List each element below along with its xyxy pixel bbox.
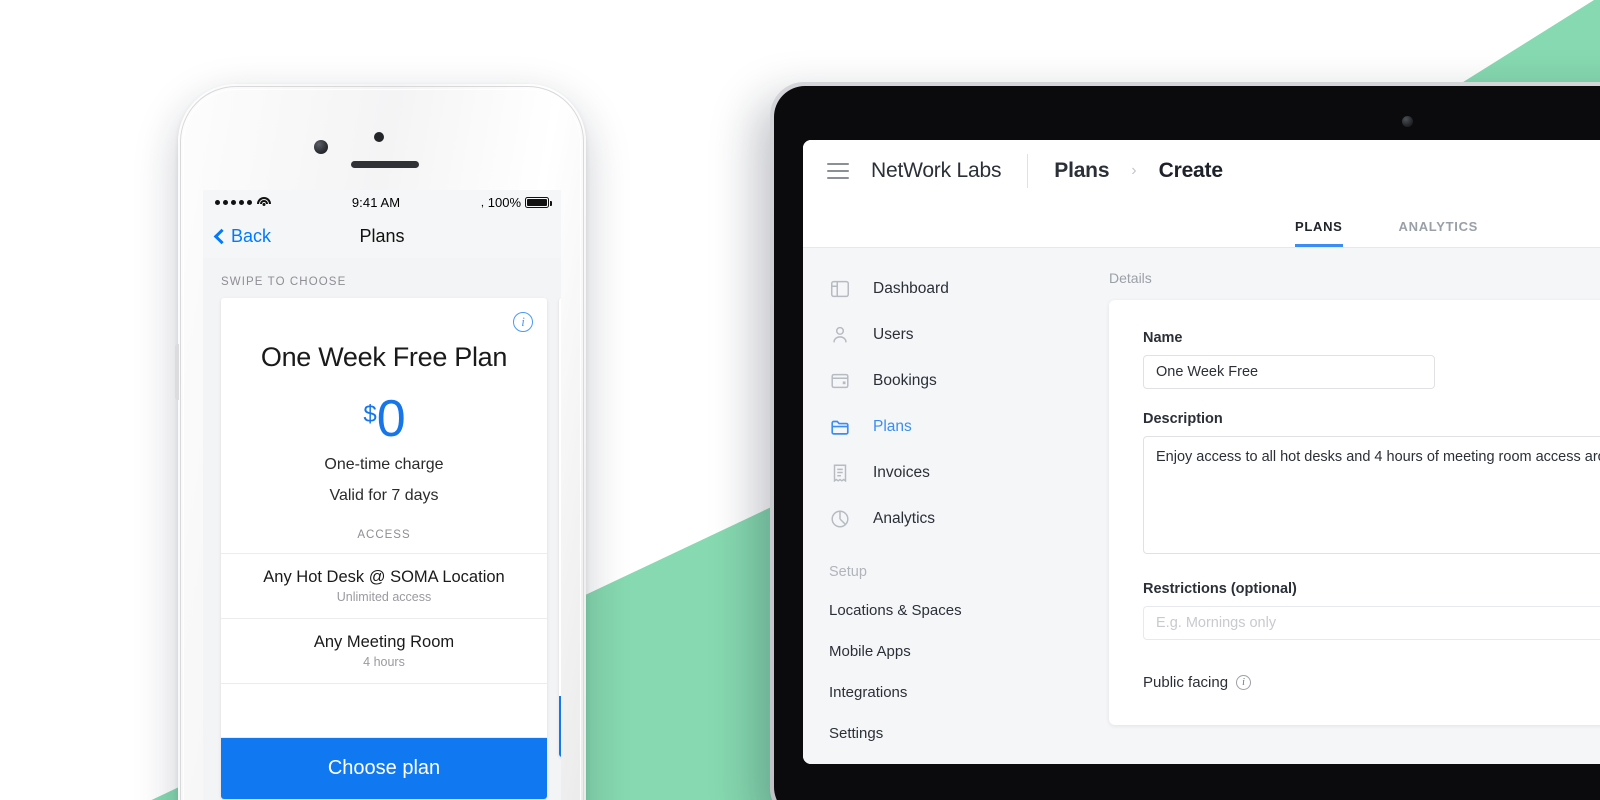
sidebar-item-analytics[interactable]: Analytics <box>803 496 1075 542</box>
sidebar-item-locations-spaces[interactable]: Locations & Spaces <box>803 590 1075 631</box>
tablet-front-camera-icon <box>1402 116 1413 127</box>
chevron-right-icon: › <box>1131 162 1137 179</box>
details-section-label: Details <box>1109 270 1152 286</box>
sidebar-item-plans[interactable]: Plans <box>803 404 1075 450</box>
phone-device: 9:41 AM ‚ 100% Back Plans SWIPE TO CHOOS… <box>175 84 586 800</box>
status-time: 9:41 AM <box>351 194 401 210</box>
plan-charge-note: One-time charge <box>324 456 444 473</box>
sidebar-item-label: Users <box>873 326 914 343</box>
plan-price: $0 <box>221 373 547 445</box>
wifi-icon <box>257 196 271 208</box>
breadcrumb-current: Create <box>1158 159 1223 182</box>
swipe-hint-label: SWIPE TO CHOOSE <box>221 276 347 288</box>
restrictions-field-group: Restrictions (optional) <box>1143 581 1600 640</box>
screenshot-stage: 9:41 AM ‚ 100% Back Plans SWIPE TO CHOOS… <box>0 0 1600 800</box>
price-amount: 0 <box>376 390 406 448</box>
access-row: Any Hot Desk @ SOMA Location Unlimited a… <box>221 554 547 620</box>
setup-section-label: Setup <box>829 564 867 580</box>
choose-plan-button[interactable]: Choose plan <box>221 738 547 800</box>
breadcrumb-parent[interactable]: Plans <box>1054 159 1109 183</box>
app-main: Dashboard Users Bookings Plans Invoices … <box>803 248 1600 764</box>
info-circle-icon[interactable]: i <box>1236 675 1252 690</box>
invoice-receipt-icon <box>829 462 851 484</box>
plan-details-card: Name Description Restrictions (optional) <box>1109 300 1600 725</box>
description-label: Description <box>1143 411 1223 427</box>
access-empty-row <box>221 684 547 739</box>
tab-analytics[interactable]: ANALYTICS <box>1399 219 1479 247</box>
bluetooth-icon: ‚ <box>481 195 484 209</box>
topbar-divider <box>1027 154 1029 188</box>
restrictions-input[interactable] <box>1143 606 1600 640</box>
tab-bar: PLANS ANALYTICS <box>803 202 1600 248</box>
sidebar-item-users[interactable]: Users <box>803 312 1075 358</box>
public-facing-label: Public facing <box>1143 674 1229 691</box>
phone-screen: 9:41 AM ‚ 100% Back Plans SWIPE TO CHOOS… <box>203 190 561 800</box>
sidebar-item-label: Analytics <box>873 510 936 527</box>
restrictions-label: Restrictions (optional) <box>1143 581 1297 597</box>
description-textarea[interactable] <box>1143 436 1600 554</box>
dashboard-icon <box>829 278 851 300</box>
user-icon <box>829 324 851 346</box>
sidebar-item-dashboard[interactable]: Dashboard <box>803 266 1075 312</box>
plan-title: One Week Free Plan <box>260 342 508 372</box>
pie-chart-icon <box>829 508 851 530</box>
status-right-group: ‚ 100% <box>481 194 552 210</box>
description-field-group: Description <box>1143 411 1600 559</box>
info-circle-icon[interactable]: i <box>513 312 533 332</box>
tab-plans[interactable]: PLANS <box>1294 219 1343 247</box>
name-input[interactable] <box>1143 355 1435 389</box>
sidebar-item-invoices[interactable]: Invoices <box>803 450 1075 496</box>
sidebar-item-label: Invoices <box>873 464 930 481</box>
battery-full-icon <box>525 196 552 208</box>
phone-front-camera-icon <box>314 140 328 154</box>
access-section-label: ACCESS <box>221 507 547 555</box>
sidebar-item-bookings[interactable]: Bookings <box>803 358 1075 404</box>
phone-content: SWIPE TO CHOOSE i One Week Free Plan $0 … <box>203 258 561 800</box>
access-row-sub: Unlimited access <box>336 590 432 605</box>
phone-volume-button[interactable] <box>175 344 179 400</box>
tablet-device: NetWork Labs Plans › Create PLANS ANALYT… <box>770 82 1600 800</box>
sidebar-item-mobile-apps[interactable]: Mobile Apps <box>803 631 1075 672</box>
sidebar-item-integrations[interactable]: Integrations <box>803 672 1075 713</box>
content-pane: Details Name Description Restrictions (o… <box>1075 248 1600 764</box>
phone-earpiece-speaker <box>351 161 419 168</box>
plan-card-carousel[interactable]: i One Week Free Plan $0 One-time charge … <box>203 298 561 800</box>
plan-card[interactable]: i One Week Free Plan $0 One-time charge … <box>221 298 547 800</box>
ios-status-bar: 9:41 AM ‚ 100% <box>203 190 561 214</box>
page-title: Plans <box>359 225 405 246</box>
name-label: Name <box>1143 330 1183 346</box>
tablet-screen: NetWork Labs Plans › Create PLANS ANALYT… <box>803 140 1600 764</box>
folder-icon <box>829 416 851 438</box>
access-row: Any Meeting Room 4 hours <box>221 619 547 685</box>
price-currency: $ <box>363 401 377 428</box>
sidebar-item-label: Dashboard <box>873 280 949 297</box>
signal-dots-icon <box>215 199 252 205</box>
sidebar: Dashboard Users Bookings Plans Invoices … <box>803 248 1075 764</box>
sidebar-item-label: Plans <box>873 418 912 435</box>
battery-percent-label: 100% <box>487 194 521 210</box>
sidebar-item-settings[interactable]: Settings <box>803 713 1075 754</box>
sidebar-item-label: Bookings <box>873 372 937 389</box>
status-left-group <box>215 196 271 208</box>
bookings-calendar-icon <box>829 370 851 392</box>
plan-validity-note: Valid for 7 days <box>329 487 439 505</box>
access-row-sub: 4 hours <box>363 655 405 670</box>
access-row-title: Any Meeting Room <box>313 633 455 652</box>
choose-plan-button-next[interactable]: Choose plan <box>559 696 561 757</box>
brand-name: NetWork Labs <box>871 159 1002 182</box>
sidebar-item-help[interactable]: Help <box>803 754 1075 764</box>
name-field-group: Name <box>1143 330 1600 389</box>
public-facing-row: Public facing i <box>1143 674 1600 691</box>
access-row-title: Any Hot Desk @ SOMA Location <box>263 568 505 587</box>
hamburger-menu-icon[interactable] <box>827 163 849 179</box>
phone-sensor-icon <box>374 132 384 142</box>
app-top-bar: NetWork Labs Plans › Create <box>803 140 1600 202</box>
plan-card-next[interactable]: Choose plan <box>559 298 561 757</box>
ios-nav-bar: Back Plans <box>203 214 561 258</box>
